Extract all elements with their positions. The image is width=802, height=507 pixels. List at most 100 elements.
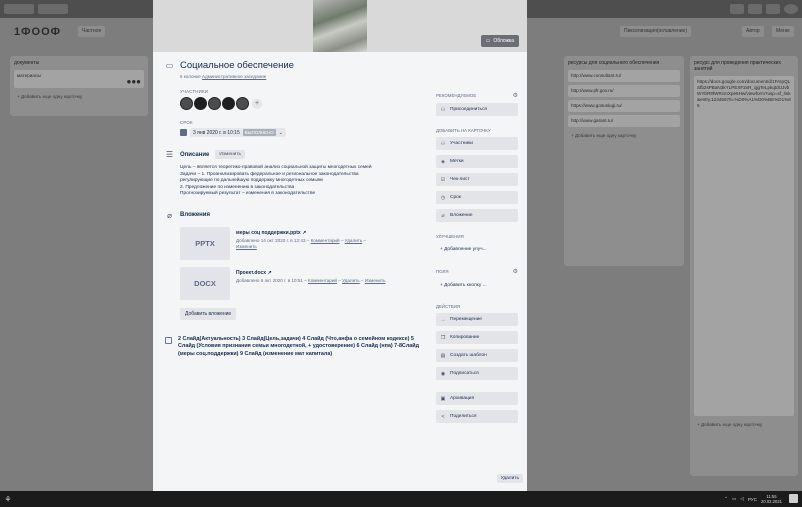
automation-chip[interactable]: Автор [742, 26, 764, 37]
labels-button-label: Метки [450, 159, 464, 164]
list-link[interactable]: Административное заседание [202, 74, 266, 79]
join-label: Присоединиться [450, 107, 487, 112]
menu-chip[interactable]: Меню [772, 26, 794, 37]
due-checkbox[interactable] [180, 129, 187, 136]
card-sidebar: Рекомендуемое ⚙ ⚇ Присоединиться Добавит… [436, 92, 518, 428]
chevron-down-icon: ⌄ [278, 129, 283, 136]
avatar[interactable] [784, 4, 798, 14]
list-documents: документы материалы ●●● + Добавить еще о… [10, 56, 148, 116]
notifications-icon[interactable] [789, 494, 798, 503]
template-button[interactable]: ▤ Создать шаблон [436, 349, 518, 362]
attachment-date: Добавлено 6 окт 2020 г. в 10:51 – [236, 277, 309, 283]
attachment-thumbnail[interactable]: DOCX [180, 266, 230, 300]
add-field-button[interactable]: + Добавить кнопку ... [436, 279, 518, 292]
attachment-item[interactable]: DOCX Проект.docx ↗ Добавлено 6 окт 2020 … [180, 266, 427, 300]
watch-button[interactable]: ◉ Подписаться [436, 367, 518, 380]
attachment-name[interactable]: Проект.docx ↗ [236, 270, 386, 276]
avatar[interactable] [236, 97, 249, 110]
board-title[interactable]: 1ФООФ [14, 26, 61, 38]
add-card-button[interactable]: + Добавить еще одну карточку [568, 130, 680, 141]
cover-button[interactable]: ▭ Обложка [480, 35, 519, 47]
add-card-button[interactable]: + Добавить еще одну карточку [694, 419, 794, 430]
avatar[interactable] [194, 97, 207, 110]
delete-link[interactable]: Удалить [342, 278, 360, 283]
add-attachment-button[interactable]: Добавить вложение [180, 307, 237, 320]
powerup-chip[interactable]: Пикселизация(оглавление) [620, 26, 691, 37]
boards-button[interactable] [38, 4, 68, 14]
copy-button-label: Копирование [450, 335, 480, 340]
avatar[interactable] [180, 97, 193, 110]
tag-icon: ◈ [441, 158, 445, 165]
due-date-button[interactable]: 3 янв 2020 г. в 10:15 ВЫПОЛНЕНО ⌄ [190, 128, 286, 137]
card-label: материалы [17, 73, 41, 78]
card-modal: ▭ Обложка ▭ Социальное обеспечение в кол… [153, 0, 527, 491]
due-status-badge: ВЫПОЛНЕНО [242, 129, 276, 136]
clock[interactable]: 11:55 20.02.2021 [761, 494, 782, 504]
members-label: Участники [180, 89, 209, 94]
comment-link[interactable]: Комментарий [308, 278, 337, 283]
attachments-header: ⌀ Вложения [165, 211, 427, 220]
card-title[interactable]: Социальное обеспечение [180, 60, 294, 71]
actions-header: Действия [436, 304, 518, 309]
bell-icon[interactable] [766, 4, 780, 14]
attachment-button-label: Вложение [450, 213, 473, 218]
list-card[interactable]: http://www.consultant.ru/ [568, 70, 680, 82]
language-indicator[interactable]: РУС [748, 497, 757, 502]
list-card[interactable]: https://www.gosuslugi.ru/ [568, 100, 680, 112]
checklist-button[interactable]: ☑ Чек-лист [436, 173, 518, 186]
move-button[interactable]: → Перемещение [436, 313, 518, 326]
checkbox[interactable] [165, 336, 172, 344]
cover-button-label: Обложка [493, 38, 514, 44]
description-header: ☰ Описание Изменить [165, 150, 427, 159]
user-icon: ⚇ [440, 106, 446, 113]
description-line: Цель – является теоретико-правовой анали… [180, 165, 372, 170]
list-practice: ресурс для проведения практических занят… [690, 56, 798, 476]
join-button[interactable]: ⚇ Присоединиться [436, 103, 518, 116]
checklist-text[interactable]: 2 Слайд(Актуальность) 3 Слайд(Цель,задач… [178, 336, 423, 358]
delete-link[interactable]: Удалить [345, 238, 363, 243]
labels-button[interactable]: ◈ Метки [436, 155, 518, 168]
add-card-button[interactable]: + Добавить еще одну карточку [14, 91, 144, 102]
visibility-chip[interactable]: Частное [78, 26, 106, 37]
template-button-label: Создать шаблон [450, 353, 487, 358]
list-card[interactable]: http://www.pfr.gov.ru/ [568, 85, 680, 97]
add-member-icon[interactable]: + [252, 98, 262, 109]
attachment-item[interactable]: PPTX меры соц поддержки.pptx ↗ Добавлено… [180, 226, 427, 260]
gear-icon[interactable]: ⚙ [513, 92, 518, 99]
card-cover: ▭ Обложка [153, 0, 527, 52]
edit-link[interactable]: Изменить [365, 278, 386, 283]
attachment-thumbnail[interactable]: PPTX [180, 226, 230, 260]
start-icon[interactable]: ⚘ [0, 491, 16, 507]
avatar[interactable] [222, 97, 235, 110]
share-button[interactable]: < Поделиться [436, 410, 518, 423]
list-card[interactable]: http://www.garant.ru/ [568, 115, 680, 127]
info-icon[interactable] [748, 4, 762, 14]
due-button-label: Срок [450, 195, 461, 200]
chevron-up-icon[interactable]: ⌃ [724, 496, 728, 502]
add-icon[interactable] [730, 4, 744, 14]
clock-date: 20.02.2021 [761, 499, 782, 504]
add-powerup-button[interactable]: + Добавление улуч... [436, 243, 518, 256]
volume-icon[interactable]: ◁ [740, 496, 744, 502]
members-button[interactable]: ⚇ Участники [436, 137, 518, 150]
home-button[interactable] [4, 4, 34, 14]
copy-button[interactable]: ❐ Копирование [436, 331, 518, 344]
due-date-button[interactable]: ◷ Срок [436, 191, 518, 204]
attachment-button[interactable]: ⌀ Вложение [436, 209, 518, 222]
attachment-name[interactable]: меры соц поддержки.pptx ↗ [236, 230, 386, 236]
archive-button[interactable]: ▣ Архивация [436, 392, 518, 405]
avatar[interactable] [208, 97, 221, 110]
edit-description-button[interactable]: Изменить [215, 150, 246, 159]
gear-icon[interactable]: ⚙ [513, 268, 518, 275]
network-icon[interactable]: ▭ [732, 496, 736, 502]
powerups-header: Улучшения [436, 234, 518, 239]
card-main-column: ▭ Социальное обеспечение в колонке Админ… [165, 60, 427, 358]
delete-button[interactable]: Удалить [496, 474, 523, 483]
edit-link[interactable]: Изменить [236, 244, 257, 249]
list-card[interactable]: https://docs.google.com/document/d/1FAIp… [694, 76, 794, 416]
description-icon: ☰ [165, 150, 174, 159]
powerups-label: Улучшения [436, 234, 464, 239]
description-text[interactable]: Цель – является теоретико-правовой анали… [180, 165, 390, 198]
comment-link[interactable]: Комментарий [311, 238, 340, 243]
list-card[interactable]: материалы ●●● [14, 70, 144, 88]
